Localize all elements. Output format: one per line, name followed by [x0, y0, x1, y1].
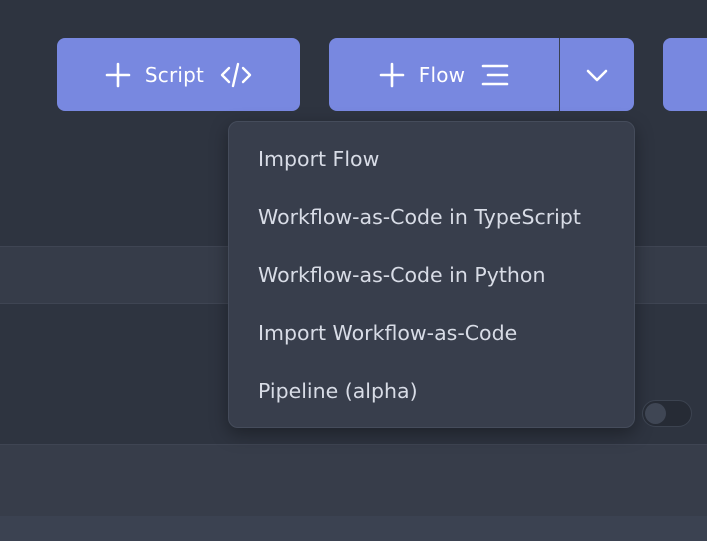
flow-lines-icon	[481, 63, 509, 87]
new-script-label: Script	[144, 62, 205, 87]
menu-item-pipeline-alpha[interactable]: Pipeline (alpha)	[258, 381, 418, 402]
flow-dropdown-menu: Import Flow Workflow-as-Code in TypeScri…	[228, 121, 635, 428]
plus-icon	[105, 62, 131, 88]
code-icon	[220, 62, 252, 88]
new-flow-button[interactable]: Flow	[329, 38, 560, 111]
toggle-knob	[645, 403, 666, 424]
list-row-band-lower	[0, 516, 707, 541]
menu-item-wac-typescript[interactable]: Workflow-as-Code in TypeScript	[258, 207, 581, 228]
chevron-down-icon	[586, 68, 608, 82]
new-flow-split-button: Flow	[329, 38, 634, 111]
next-toolbar-button[interactable]	[663, 38, 707, 111]
menu-item-import-flow[interactable]: Import Flow	[258, 149, 379, 170]
flow-dropdown-toggle[interactable]	[560, 38, 634, 111]
plus-icon	[379, 62, 405, 88]
menu-item-wac-python[interactable]: Workflow-as-Code in Python	[258, 265, 545, 286]
menu-item-import-wac[interactable]: Import Workflow-as-Code	[258, 323, 517, 344]
list-row-band	[0, 444, 707, 516]
toggle-switch[interactable]	[642, 400, 692, 427]
new-script-button[interactable]: Script	[57, 38, 300, 111]
new-flow-label: Flow	[418, 62, 466, 87]
